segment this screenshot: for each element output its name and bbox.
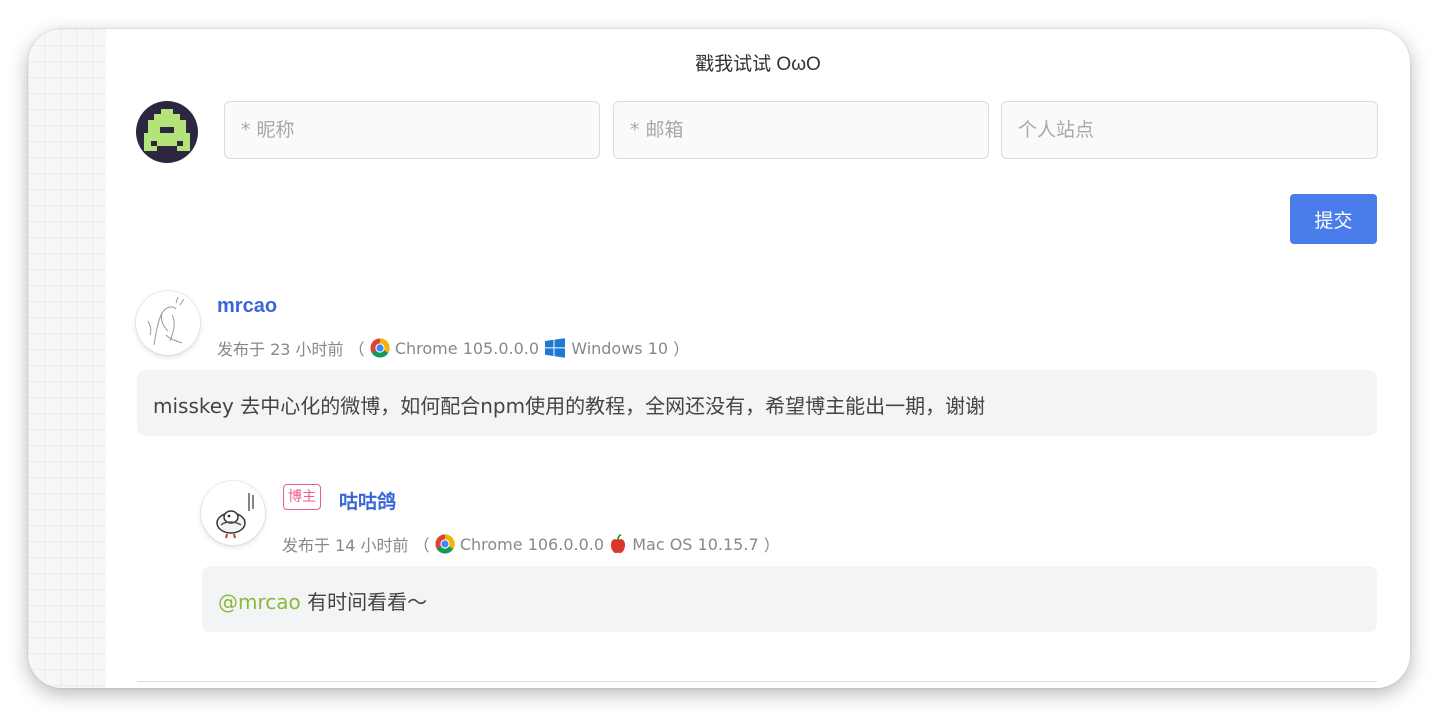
comment-section: 戳我试试 OωO 提交 — [106, 29, 1410, 688]
reply-content: @mrcao 有时间看看～ — [202, 566, 1377, 632]
chrome-icon — [370, 338, 390, 358]
avatar[interactable] — [201, 481, 265, 545]
email-input[interactable] — [613, 101, 989, 159]
reply-meta: 发布于 14 小时前 （ Chrome 106.0.0.0 Mac OS 10.… — [282, 532, 780, 556]
grid-background — [28, 29, 106, 688]
prompt-text[interactable]: 戳我试试 OωO — [106, 49, 1410, 76]
browser-version: Chrome 105.0.0.0 — [394, 338, 540, 358]
sketch-avatar-image — [147, 296, 185, 346]
author-badge: 博主 — [283, 484, 321, 510]
mention-link[interactable]: @mrcao — [218, 590, 301, 614]
reply-time: 发布于 14 小时前 — [282, 536, 409, 555]
comment-content: misskey 去中心化的微博，如何配合npm使用的教程，全网还没有，希望博主能… — [137, 370, 1377, 436]
divider — [137, 681, 1377, 682]
submit-button[interactable]: 提交 — [1290, 194, 1377, 244]
nickname-input[interactable] — [224, 101, 600, 159]
os-version: Windows 10 — [571, 338, 669, 358]
comment-text: misskey 去中心化的微博，如何配合npm使用的教程，全网还没有，希望博主能… — [153, 394, 986, 418]
comment-meta: 发布于 23 小时前 （ Chrome 105.0.0.0 Windows 10… — [217, 336, 689, 360]
reply-text: 有时间看看～ — [307, 590, 428, 614]
website-input[interactable] — [1001, 101, 1378, 159]
browser-version: Chrome 106.0.0.0 — [459, 534, 605, 554]
pigeon-avatar-image — [216, 493, 254, 539]
windows-icon — [545, 338, 566, 358]
chrome-icon — [435, 534, 455, 554]
avatar[interactable] — [136, 291, 200, 355]
reply-author[interactable]: 咕咕鸽 — [339, 487, 396, 514]
invader-avatar-icon — [136, 101, 198, 163]
comment-author[interactable]: mrcao — [217, 295, 277, 318]
apple-icon — [611, 534, 626, 554]
os-version: Mac OS 10.15.7 — [632, 534, 759, 554]
comment-panel: 戳我试试 OωO 提交 — [28, 29, 1410, 688]
comment-time: 发布于 23 小时前 — [217, 340, 344, 359]
